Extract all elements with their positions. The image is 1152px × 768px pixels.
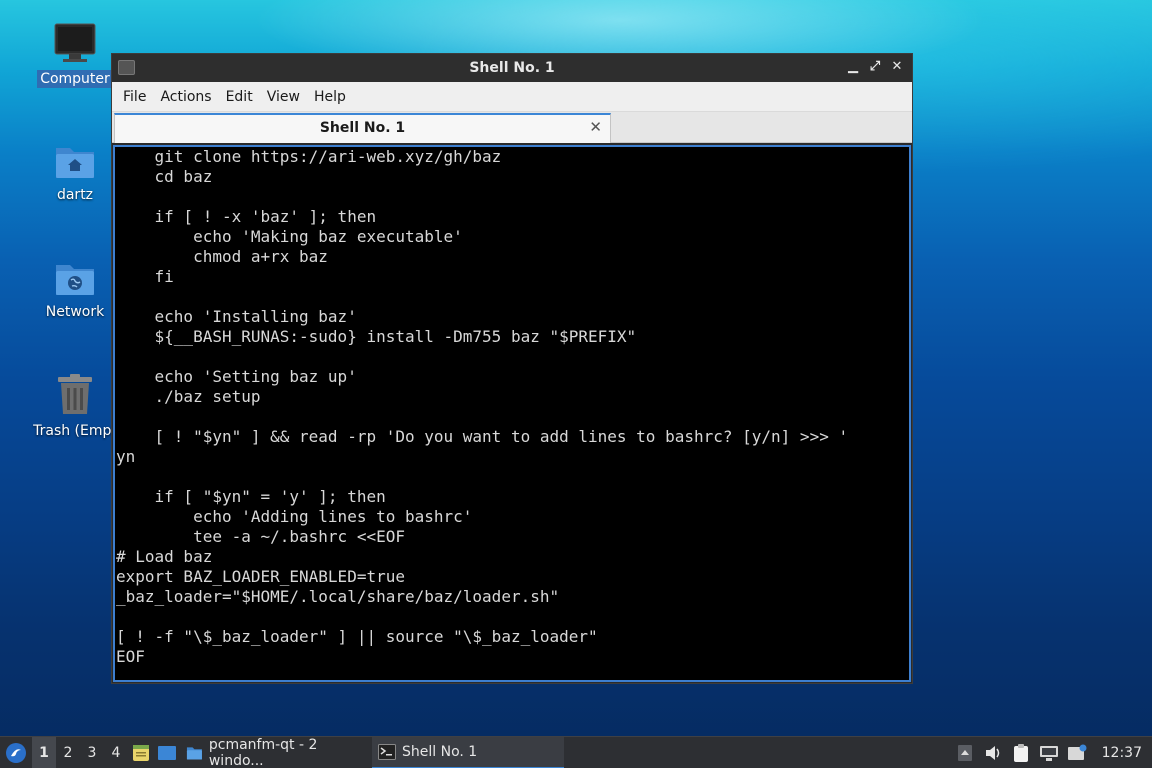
terminal-icon [378, 743, 396, 760]
clipboard-icon[interactable] [1010, 742, 1032, 764]
lxqt-logo-icon [6, 742, 26, 763]
menu-view[interactable]: View [260, 89, 307, 105]
quicklaunch-notes[interactable] [128, 737, 154, 768]
window-title: Shell No. 1 [469, 60, 555, 76]
clock[interactable]: 12:37 [1102, 745, 1142, 761]
start-menu-button[interactable] [0, 737, 32, 768]
tab-label: Shell No. 1 [319, 120, 406, 136]
system-tray: 12:37 [954, 737, 1152, 768]
workspace-2[interactable]: 2 [56, 737, 80, 768]
taskbar: 1 2 3 4 pcmanfm-qt - 2 windo... Shell No… [0, 736, 1152, 768]
show-desktop-icon [158, 745, 176, 760]
menu-edit[interactable]: Edit [219, 89, 260, 105]
tray-expand-icon[interactable] [954, 742, 976, 764]
network-status-icon[interactable] [1038, 742, 1060, 764]
minimize-icon[interactable]: ▁ [844, 58, 862, 76]
home-folder-icon [56, 148, 94, 178]
close-icon[interactable]: ✕ [888, 58, 906, 76]
workspace-4[interactable]: 4 [104, 737, 128, 768]
tab-close-icon[interactable]: ✕ [589, 118, 602, 136]
desktop-icon-dartz[interactable]: dartz [27, 142, 123, 204]
workspace-1[interactable]: 1 [32, 736, 56, 768]
task-shell[interactable]: Shell No. 1 [372, 736, 564, 768]
trash-icon [58, 374, 92, 414]
menu-file[interactable]: File [116, 89, 153, 105]
task-pcmanfm[interactable]: pcmanfm-qt - 2 windo... [180, 737, 372, 768]
desktop-icon-trash[interactable]: Trash (Empt [27, 374, 123, 440]
menubar: File Actions Edit View Help [112, 82, 912, 112]
window-titlebar[interactable]: Shell No. 1 ▁ ⤢ ✕ [112, 54, 912, 82]
computer-icon [54, 23, 96, 62]
notes-icon [133, 744, 149, 761]
terminal-text: git clone https://ari-web.xyz/gh/baz cd … [116, 147, 849, 666]
workspace-3[interactable]: 3 [80, 737, 104, 768]
task-label: pcmanfm-qt - 2 windo... [208, 736, 318, 768]
menu-actions[interactable]: Actions [153, 89, 218, 105]
desktop-icon-label: dartz [56, 187, 94, 203]
terminal-window[interactable]: Shell No. 1 ▁ ⤢ ✕ File Actions Edit View… [111, 53, 913, 684]
desktop-icon-label: Trash (Empt [33, 423, 117, 439]
menu-help[interactable]: Help [307, 89, 353, 105]
notification-icon[interactable] [1066, 742, 1088, 764]
desktop-icon-label: Network [45, 304, 105, 320]
volume-icon[interactable] [982, 742, 1004, 764]
desktop-icon-network[interactable]: Network [27, 259, 123, 321]
quicklaunch-desktop[interactable] [154, 737, 180, 768]
desktop-icon-computer[interactable]: Computer [27, 22, 123, 88]
tab-bar: Shell No. 1 ✕ [112, 112, 912, 143]
terminal-output[interactable]: git clone https://ari-web.xyz/gh/baz cd … [113, 145, 911, 682]
maximize-icon[interactable]: ⤢ [866, 58, 884, 76]
task-label: Shell No. 1 [402, 743, 478, 760]
network-folder-icon [56, 265, 94, 295]
desktop-icon-label: Computer [37, 70, 113, 88]
tab-shell-1[interactable]: Shell No. 1 ✕ [114, 113, 611, 143]
folder-icon [186, 746, 202, 760]
